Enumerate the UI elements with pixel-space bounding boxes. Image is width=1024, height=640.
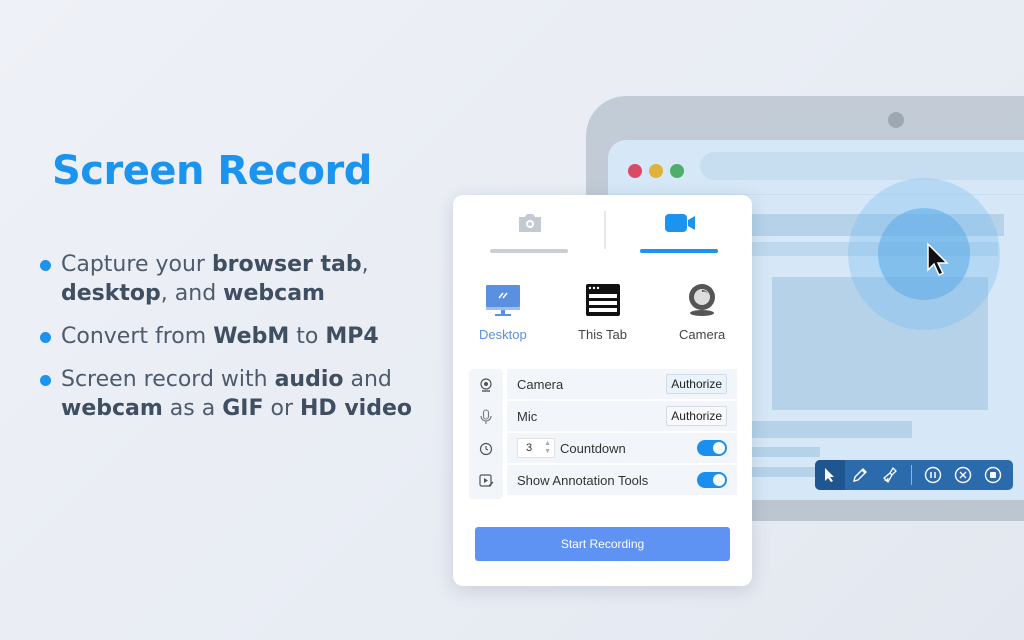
maximize-dot-icon [670, 164, 684, 178]
source-desktop[interactable]: Desktop [453, 281, 553, 342]
feature-text-segment: as a [162, 396, 223, 421]
recorder-popup: Desktop This Tab Camera Camera Authorize [453, 195, 752, 586]
mouse-pointer-icon [927, 242, 949, 277]
countdown-toggle[interactable] [697, 440, 727, 456]
feature-text-segment: Convert from [61, 324, 214, 349]
microphone-icon [480, 409, 492, 424]
video-camera-icon [665, 214, 695, 232]
tab-indicator [640, 249, 718, 253]
hero-title: Screen Record [52, 148, 372, 194]
feature-text-segment: , and [160, 281, 224, 306]
camera-label: Camera [517, 376, 564, 392]
feature-highlight: MP4 [325, 324, 379, 349]
annotation-toggle[interactable] [697, 472, 727, 488]
cursor-icon [825, 468, 834, 482]
feature-item: Capture your browser tab, desktop, and w… [40, 250, 440, 308]
source-options: Desktop This Tab Camera [453, 281, 752, 342]
mic-setting-row: Mic Authorize [507, 401, 737, 431]
camera-icon [519, 214, 541, 232]
source-label: Camera [679, 327, 726, 342]
countdown-setting-row: 3 ▲ ▼ Countdown [507, 433, 737, 463]
laptop-camera-icon [888, 112, 904, 128]
tab-screenshot[interactable] [490, 211, 570, 253]
click-highlight-core [878, 208, 970, 300]
placeholder-line [728, 421, 912, 438]
bullet-dot-icon [40, 332, 51, 343]
address-bar [700, 152, 1024, 180]
authorize-mic-button[interactable]: Authorize [666, 406, 727, 426]
feature-highlight: GIF [222, 396, 264, 421]
tab-indicator [490, 249, 568, 253]
browser-tab-icon [585, 284, 620, 316]
annotation-setting-row: Show Annotation Tools [507, 465, 737, 495]
feature-item: Screen record with audio and webcam as a… [40, 365, 440, 423]
source-label: Desktop [478, 327, 527, 342]
countdown-group: 3 ▲ ▼ Countdown [517, 438, 626, 458]
clock-icon [479, 442, 493, 456]
bullet-dot-icon [40, 375, 51, 386]
pause-icon [924, 466, 942, 484]
feature-highlight: browser tab [211, 252, 362, 277]
cancel-icon [954, 466, 972, 484]
feature-text: Screen record with audio and webcam as a… [61, 365, 440, 423]
annotation-label: Show Annotation Tools [517, 472, 649, 488]
webcam-icon [480, 378, 492, 392]
countdown-stepper[interactable]: 3 ▲ ▼ [517, 438, 555, 458]
feature-item: Convert from WebM to MP4 [40, 322, 440, 351]
feature-highlight: WebM [213, 324, 290, 349]
stop-icon [984, 466, 1002, 484]
feature-highlight: audio [274, 367, 344, 392]
brush-icon [883, 466, 897, 484]
feature-text-segment: , [361, 252, 369, 277]
tab-video[interactable] [640, 211, 720, 253]
feature-text: Capture your browser tab, desktop, and w… [61, 250, 440, 308]
source-label: This Tab [578, 327, 627, 342]
webcam-icon [689, 284, 716, 316]
authorize-camera-button[interactable]: Authorize [666, 374, 727, 394]
feature-highlight: webcam [61, 396, 163, 421]
feature-text-segment: or [263, 396, 300, 421]
feature-text: Convert from WebM to MP4 [61, 322, 379, 351]
close-dot-icon [628, 164, 642, 178]
settings-icon-column [469, 369, 503, 499]
feature-highlight: HD video [300, 396, 412, 421]
source-this-tab[interactable]: This Tab [553, 281, 653, 342]
mic-label: Mic [517, 408, 538, 424]
mode-tabs [453, 195, 752, 257]
brush-tool-button[interactable] [875, 460, 905, 490]
feature-list: Capture your browser tab, desktop, and w… [40, 250, 440, 437]
annotation-toolbar [815, 460, 1013, 490]
tab-divider [604, 211, 606, 249]
cursor-tool-button[interactable] [815, 460, 845, 490]
window-controls [628, 164, 684, 178]
monitor-icon [485, 285, 520, 316]
stepper-arrows-icon[interactable]: ▲ ▼ [544, 440, 551, 456]
pause-button[interactable] [918, 460, 948, 490]
camera-setting-row: Camera Authorize [507, 369, 737, 399]
feature-highlight: webcam [223, 281, 325, 306]
toolbar-divider [911, 465, 912, 485]
start-recording-button[interactable]: Start Recording [475, 527, 730, 561]
settings-rows: Camera Authorize Mic Authorize 3 ▲ ▼ Coun… [507, 369, 737, 497]
pencil-icon [853, 468, 867, 482]
feature-text-segment: Screen record with [61, 367, 275, 392]
source-camera[interactable]: Camera [652, 281, 752, 342]
cancel-button[interactable] [948, 460, 978, 490]
feature-text-segment: to [289, 324, 326, 349]
bullet-dot-icon [40, 260, 51, 271]
pencil-tool-button[interactable] [845, 460, 875, 490]
feature-highlight: desktop [61, 281, 161, 306]
countdown-label: Countdown [560, 440, 626, 456]
feature-text-segment: and [343, 367, 392, 392]
stop-button[interactable] [978, 460, 1008, 490]
settings-panel: Camera Authorize Mic Authorize 3 ▲ ▼ Coun… [469, 369, 737, 499]
feature-text-segment: Capture your [61, 252, 212, 277]
countdown-value: 3 [526, 442, 533, 454]
minimize-dot-icon [649, 164, 663, 178]
annotation-icon [478, 474, 493, 487]
